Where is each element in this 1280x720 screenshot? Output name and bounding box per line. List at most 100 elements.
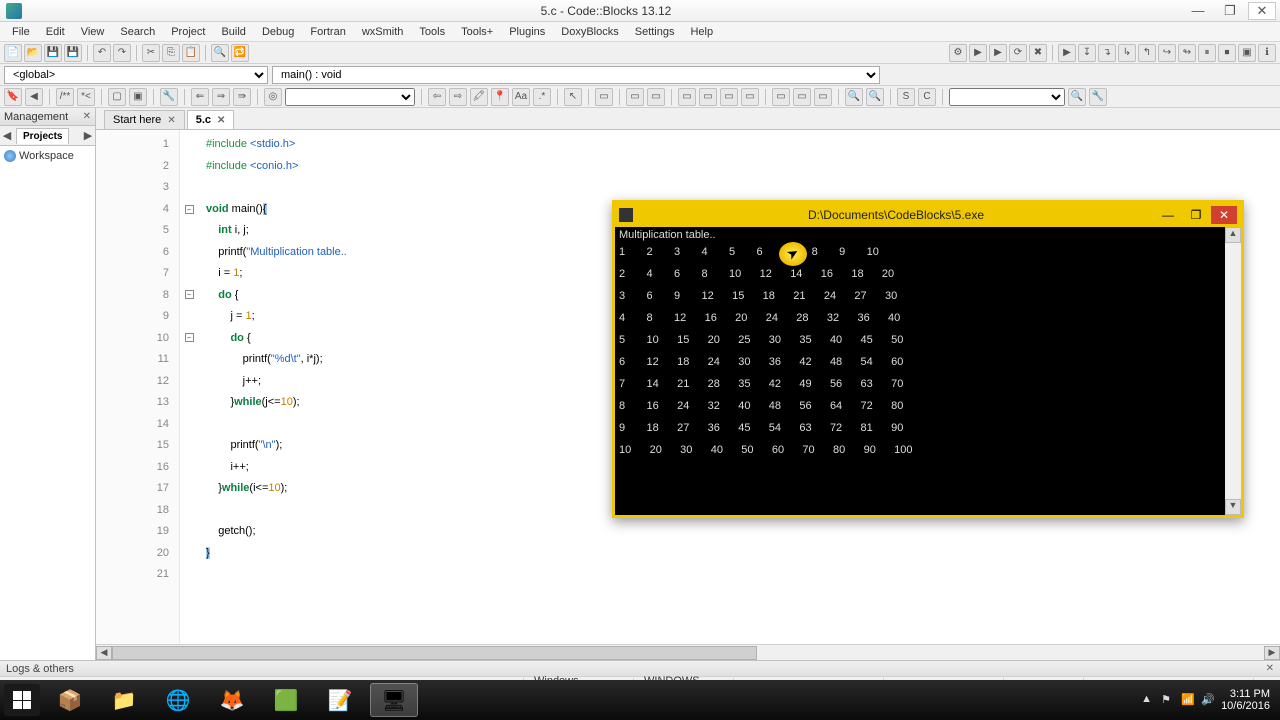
rect1-icon[interactable]: ▭ bbox=[595, 88, 613, 106]
tab-close-icon[interactable]: ✕ bbox=[217, 115, 225, 126]
menu-fortran[interactable]: Fortran bbox=[302, 24, 353, 40]
run-to-cursor-icon[interactable]: ↧ bbox=[1078, 44, 1096, 62]
save-all-icon[interactable]: 💾 bbox=[64, 44, 82, 62]
next-line-icon[interactable]: ↴ bbox=[1098, 44, 1116, 62]
scroll-right-icon[interactable]: ▶ bbox=[1264, 646, 1280, 660]
menu-debug[interactable]: Debug bbox=[254, 24, 302, 40]
info-icon[interactable]: ℹ bbox=[1258, 44, 1276, 62]
scroll-thumb[interactable] bbox=[112, 646, 757, 660]
s-icon[interactable]: S bbox=[897, 88, 915, 106]
tray-network-icon[interactable]: 📶 bbox=[1181, 693, 1195, 707]
fold-toggle-icon[interactable]: − bbox=[185, 333, 194, 342]
menu-doxyblocks[interactable]: DoxyBlocks bbox=[553, 24, 626, 40]
zoom-in-icon[interactable]: 🔍 bbox=[845, 88, 863, 106]
step-instr-icon[interactable]: ↬ bbox=[1178, 44, 1196, 62]
tab-next-icon[interactable]: ▶ bbox=[81, 129, 95, 142]
break-icon[interactable]: ⏸ bbox=[1198, 44, 1216, 62]
nav-fwd-icon[interactable]: ⇒ bbox=[212, 88, 230, 106]
scroll-left-icon[interactable]: ◀ bbox=[96, 646, 112, 660]
horizontal-scrollbar[interactable]: ◀ ▶ bbox=[96, 644, 1280, 660]
code-text[interactable]: #include <stdio.h>#include <conio.h> voi… bbox=[198, 130, 355, 644]
wrench-icon[interactable]: 🔧 bbox=[160, 88, 178, 106]
tab-start-here[interactable]: Start here✕ bbox=[104, 110, 185, 129]
box2-icon[interactable]: ▣ bbox=[129, 88, 147, 106]
logs-panel-header[interactable]: Logs & others ✕ bbox=[0, 660, 1280, 676]
rect10-icon[interactable]: ▭ bbox=[814, 88, 832, 106]
menu-view[interactable]: View bbox=[73, 24, 113, 40]
menu-edit[interactable]: Edit bbox=[38, 24, 73, 40]
menu-file[interactable]: File bbox=[4, 24, 38, 40]
console-scroll-up-icon[interactable]: ▲ bbox=[1225, 227, 1241, 243]
highlight-icon[interactable]: 🖍 bbox=[470, 88, 488, 106]
logs-close-icon[interactable]: ✕ bbox=[1266, 663, 1274, 674]
abort-icon[interactable]: ✖ bbox=[1029, 44, 1047, 62]
rect8-icon[interactable]: ▭ bbox=[772, 88, 790, 106]
regex-icon[interactable]: .* bbox=[533, 88, 551, 106]
console-titlebar[interactable]: D:\Documents\CodeBlocks\5.exe — ❐ ✕ bbox=[615, 203, 1241, 227]
taskbar-clock[interactable]: 3:11 PM 10/6/2016 bbox=[1221, 688, 1270, 712]
console-output[interactable]: ➤ Multiplication table.. 1 2 3 4 5 6 7 8… bbox=[615, 227, 1241, 515]
tab-prev-icon[interactable]: ◀ bbox=[0, 129, 14, 142]
new-file-icon[interactable]: 📄 bbox=[4, 44, 22, 62]
comment-icon[interactable]: /** bbox=[56, 88, 74, 106]
tray-volume-icon[interactable]: 🔊 bbox=[1201, 693, 1215, 707]
open-file-icon[interactable]: 📂 bbox=[24, 44, 42, 62]
uncomment-icon[interactable]: *< bbox=[77, 88, 95, 106]
menu-project[interactable]: Project bbox=[163, 24, 213, 40]
menu-search[interactable]: Search bbox=[112, 24, 163, 40]
maximize-button[interactable]: ❐ bbox=[1216, 2, 1244, 20]
nav-back-icon[interactable]: ⇐ bbox=[191, 88, 209, 106]
rebuild-icon[interactable]: ⟳ bbox=[1009, 44, 1027, 62]
taskbar-notepad-icon[interactable]: 📝 bbox=[316, 683, 364, 717]
build-run-icon[interactable]: ▶ bbox=[989, 44, 1007, 62]
console-vscroll[interactable]: ▲ ▼ bbox=[1225, 227, 1241, 515]
taskbar-chrome-icon[interactable]: 🌐 bbox=[154, 683, 202, 717]
taskbar-explorer-icon[interactable]: 📁 bbox=[100, 683, 148, 717]
menu-settings[interactable]: Settings bbox=[627, 24, 683, 40]
replace-icon[interactable]: 🔁 bbox=[231, 44, 249, 62]
taskbar-codeblocks-icon[interactable]: 🖥 bbox=[370, 683, 418, 717]
next-instr-icon[interactable]: ↪ bbox=[1158, 44, 1176, 62]
debug-icon[interactable]: ▶ bbox=[1058, 44, 1076, 62]
fold-toggle-icon[interactable]: − bbox=[185, 205, 194, 214]
menu-tools+[interactable]: Tools+ bbox=[453, 24, 501, 40]
taskbar-virtualbox-icon[interactable]: 📦 bbox=[46, 683, 94, 717]
menu-help[interactable]: Help bbox=[682, 24, 721, 40]
zoom-out-icon[interactable]: 🔍 bbox=[866, 88, 884, 106]
console-close-button[interactable]: ✕ bbox=[1211, 206, 1237, 224]
copy-icon[interactable]: ⎘ bbox=[162, 44, 180, 62]
target-select[interactable] bbox=[285, 88, 415, 106]
taskbar-firefox-icon[interactable]: 🦊 bbox=[208, 683, 256, 717]
save-icon[interactable]: 💾 bbox=[44, 44, 62, 62]
step-into-icon[interactable]: ↳ bbox=[1118, 44, 1136, 62]
search-select[interactable] bbox=[949, 88, 1065, 106]
console-scroll-down-icon[interactable]: ▼ bbox=[1225, 499, 1241, 515]
cursor-icon[interactable]: ↖ bbox=[564, 88, 582, 106]
paste-icon[interactable]: 📋 bbox=[182, 44, 200, 62]
run-icon[interactable]: ▶ bbox=[969, 44, 987, 62]
step-out-icon[interactable]: ↰ bbox=[1138, 44, 1156, 62]
close-button[interactable]: ✕ bbox=[1248, 2, 1276, 20]
menu-plugins[interactable]: Plugins bbox=[501, 24, 553, 40]
c-icon[interactable]: C bbox=[918, 88, 936, 106]
rect5-icon[interactable]: ▭ bbox=[699, 88, 717, 106]
menu-build[interactable]: Build bbox=[213, 24, 253, 40]
box1-icon[interactable]: ▢ bbox=[108, 88, 126, 106]
projects-tab[interactable]: Projects bbox=[16, 128, 69, 144]
find-icon[interactable]: 🔍 bbox=[211, 44, 229, 62]
fold-toggle-icon[interactable]: − bbox=[185, 290, 194, 299]
menu-wxsmith[interactable]: wxSmith bbox=[354, 24, 412, 40]
search-go-icon[interactable]: 🔍 bbox=[1068, 88, 1086, 106]
console-minimize-button[interactable]: — bbox=[1155, 206, 1181, 224]
taskbar-app-icon[interactable]: 🟩 bbox=[262, 683, 310, 717]
system-tray[interactable]: ▲ ⚑ 📶 🔊 3:11 PM 10/6/2016 bbox=[1141, 688, 1276, 712]
rect3-icon[interactable]: ▭ bbox=[647, 88, 665, 106]
rect7-icon[interactable]: ▭ bbox=[741, 88, 759, 106]
taskbar[interactable]: 📦 📁 🌐 🦊 🟩 📝 🖥 ▲ ⚑ 📶 🔊 3:11 PM 10/6/2016 bbox=[0, 680, 1280, 720]
toggle-bookmark-icon[interactable]: 🔖 bbox=[4, 88, 22, 106]
marker-icon[interactable]: 📍 bbox=[491, 88, 509, 106]
scope-global-select[interactable]: <global> bbox=[4, 66, 268, 84]
rect6-icon[interactable]: ▭ bbox=[720, 88, 738, 106]
arrow-left-icon[interactable]: ⇦ bbox=[428, 88, 446, 106]
tab-close-icon[interactable]: ✕ bbox=[167, 115, 175, 126]
